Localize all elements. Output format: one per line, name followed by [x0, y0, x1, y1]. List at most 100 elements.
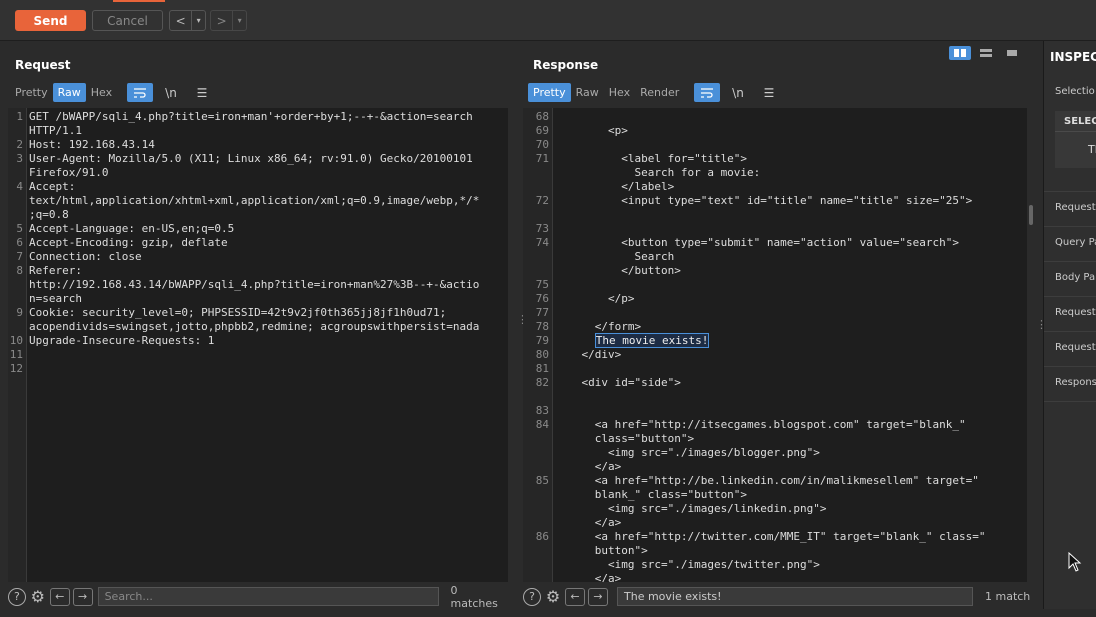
search-prev-icon[interactable]: ← [49, 587, 70, 606]
response-wrap-lines-icon[interactable] [694, 83, 720, 102]
line-number: 82 [535, 376, 549, 389]
code-line: Host: 192.168.43.14 [29, 138, 155, 151]
code-line: http://192.168.43.14/bWAPP/sqli_4.php?ti… [29, 278, 480, 291]
code-line: Accept-Encoding: gzip, deflate [29, 236, 228, 249]
back-nav-button[interactable]: < ▾ [169, 10, 206, 31]
request-footer: ? ⚙ ← → Search... 0 matches [8, 583, 508, 610]
request-wrap-lines-icon[interactable] [127, 83, 153, 102]
line-number: 83 [535, 404, 549, 417]
code-line: <label for="title"> [555, 152, 748, 165]
line-number: 11 [9, 348, 23, 361]
inspector-panel: INSPECT Selectio SELEC Th Request Query … [1043, 41, 1096, 609]
response-newline-toggle-icon[interactable]: \n [725, 83, 751, 102]
response-search-input[interactable]: The movie exists! [617, 587, 973, 606]
split-vertical-layout-icon[interactable] [975, 46, 997, 60]
tab-request-pretty[interactable]: Pretty [10, 83, 53, 102]
mouse-cursor-icon [1068, 551, 1082, 576]
settings-gear-icon[interactable]: ⚙ [29, 587, 47, 606]
line-number: 4 [16, 180, 23, 193]
code-line: n=search [29, 292, 82, 305]
inspector-row-request-attributes[interactable]: Request [1055, 202, 1096, 213]
line-number: 8 [16, 264, 23, 277]
tab-response-hex[interactable]: Hex [604, 83, 635, 102]
line-number: 70 [535, 138, 549, 151]
forward-nav-button[interactable]: > ▾ [210, 10, 247, 31]
line-number: 84 [535, 418, 549, 431]
search-next-icon[interactable]: → [72, 587, 93, 606]
response-menu-icon[interactable]: ☰ [756, 83, 782, 102]
tab-response-render[interactable]: Render [635, 83, 684, 102]
split-horizontal-layout-icon[interactable] [949, 46, 971, 60]
response-editor[interactable]: 68 69 <p> 70 71 <label for="title"> Search … [523, 108, 1027, 582]
line-number: 12 [9, 362, 23, 375]
forward-dropdown-icon[interactable]: ▾ [232, 11, 246, 30]
inspector-row-request-cookies[interactable]: Request [1055, 307, 1096, 318]
inspector-row-request-headers[interactable]: Request [1055, 342, 1096, 353]
code-line: HTTP/1.1 [29, 124, 82, 137]
line-number: 10 [9, 334, 23, 347]
code-line: </label> [555, 180, 675, 193]
inspector-selection-label: Selectio [1055, 86, 1095, 97]
tab-request-hex[interactable]: Hex [86, 83, 117, 102]
request-editor[interactable]: 1 GET /bWAPP/sqli_4.php?title=iron+man'+o… [8, 108, 508, 582]
request-search-input[interactable]: Search... [97, 587, 439, 606]
line-number: 79 [535, 334, 549, 347]
search-next-icon[interactable]: → [588, 587, 608, 606]
back-dropdown-icon[interactable]: ▾ [191, 11, 205, 30]
code-line: Firefox/91.0 [29, 166, 109, 179]
code-line: class="button"> [555, 432, 695, 445]
tab-response-raw[interactable]: Raw [571, 83, 604, 102]
line-number: 3 [16, 152, 23, 165]
cancel-button[interactable]: Cancel [92, 10, 163, 31]
code-line: Accept: [29, 180, 76, 193]
back-arrow-icon[interactable]: < [170, 14, 191, 28]
help-icon[interactable]: ? [523, 587, 541, 606]
request-newline-toggle-icon[interactable]: \n [158, 83, 184, 102]
forward-arrow-icon[interactable]: > [211, 14, 232, 28]
code-line: GET /bWAPP/sqli_4.php?title=iron+man'+or… [29, 110, 473, 123]
code-line: acopendivids=swingset,jotto,phpbb2,redmi… [29, 320, 480, 333]
send-button[interactable]: Send [15, 10, 86, 31]
line-number: 81 [535, 362, 549, 375]
request-match-count: 0 matches [450, 583, 498, 610]
tab-response-pretty[interactable]: Pretty [528, 83, 571, 102]
divider [1055, 131, 1096, 132]
divider [1044, 366, 1096, 367]
inspector-title: INSPECT [1050, 50, 1096, 64]
inspector-row-query-params[interactable]: Query Pa [1055, 237, 1096, 248]
help-icon[interactable]: ? [8, 587, 26, 606]
code-line: <input type="text" id="title" name="titl… [555, 194, 973, 207]
line-number: 9 [16, 306, 23, 319]
line-number: 78 [535, 320, 549, 333]
line-number: 71 [535, 152, 549, 165]
code-line: text/html,application/xhtml+xml,applicat… [29, 194, 480, 207]
inspector-selection-box: SELEC Th [1055, 111, 1096, 168]
response-panel-title: Response [533, 58, 599, 72]
line-number: 80 [535, 348, 549, 361]
code-line: Cookie: security_level=0; PHPSESSID=42t9… [29, 306, 447, 319]
code-line: <p> [555, 124, 628, 137]
response-scrollbar-thumb[interactable] [1029, 205, 1033, 225]
code-line: ;q=0.8 [29, 208, 69, 221]
line-number: 2 [16, 138, 23, 151]
code-line: Search for a movie: [555, 166, 761, 179]
divider [1044, 191, 1096, 192]
code-line: Referer: [29, 264, 82, 277]
line-number: 69 [535, 124, 549, 137]
inspector-select-value: Th [1088, 143, 1096, 156]
tab-request-raw[interactable]: Raw [52, 83, 86, 102]
line-number: 72 [535, 194, 549, 207]
request-menu-icon[interactable]: ☰ [189, 83, 215, 102]
search-prev-icon[interactable]: ← [565, 587, 585, 606]
inspector-row-body-params[interactable]: Body Par [1055, 272, 1096, 283]
code-line: Connection: close [29, 250, 142, 263]
code-line: </form> [555, 320, 642, 333]
search-highlight: The movie exists! [594, 333, 710, 348]
code-line: <a href="http://itsecgames.blogspot.com"… [555, 418, 966, 431]
line-number: 75 [535, 278, 549, 291]
inspector-row-response-headers[interactable]: Respons [1055, 377, 1096, 388]
tabs-layout-icon[interactable] [1001, 46, 1023, 60]
settings-gear-icon[interactable]: ⚙ [544, 587, 562, 606]
code-line: button"> [555, 544, 648, 557]
divider [1044, 296, 1096, 297]
